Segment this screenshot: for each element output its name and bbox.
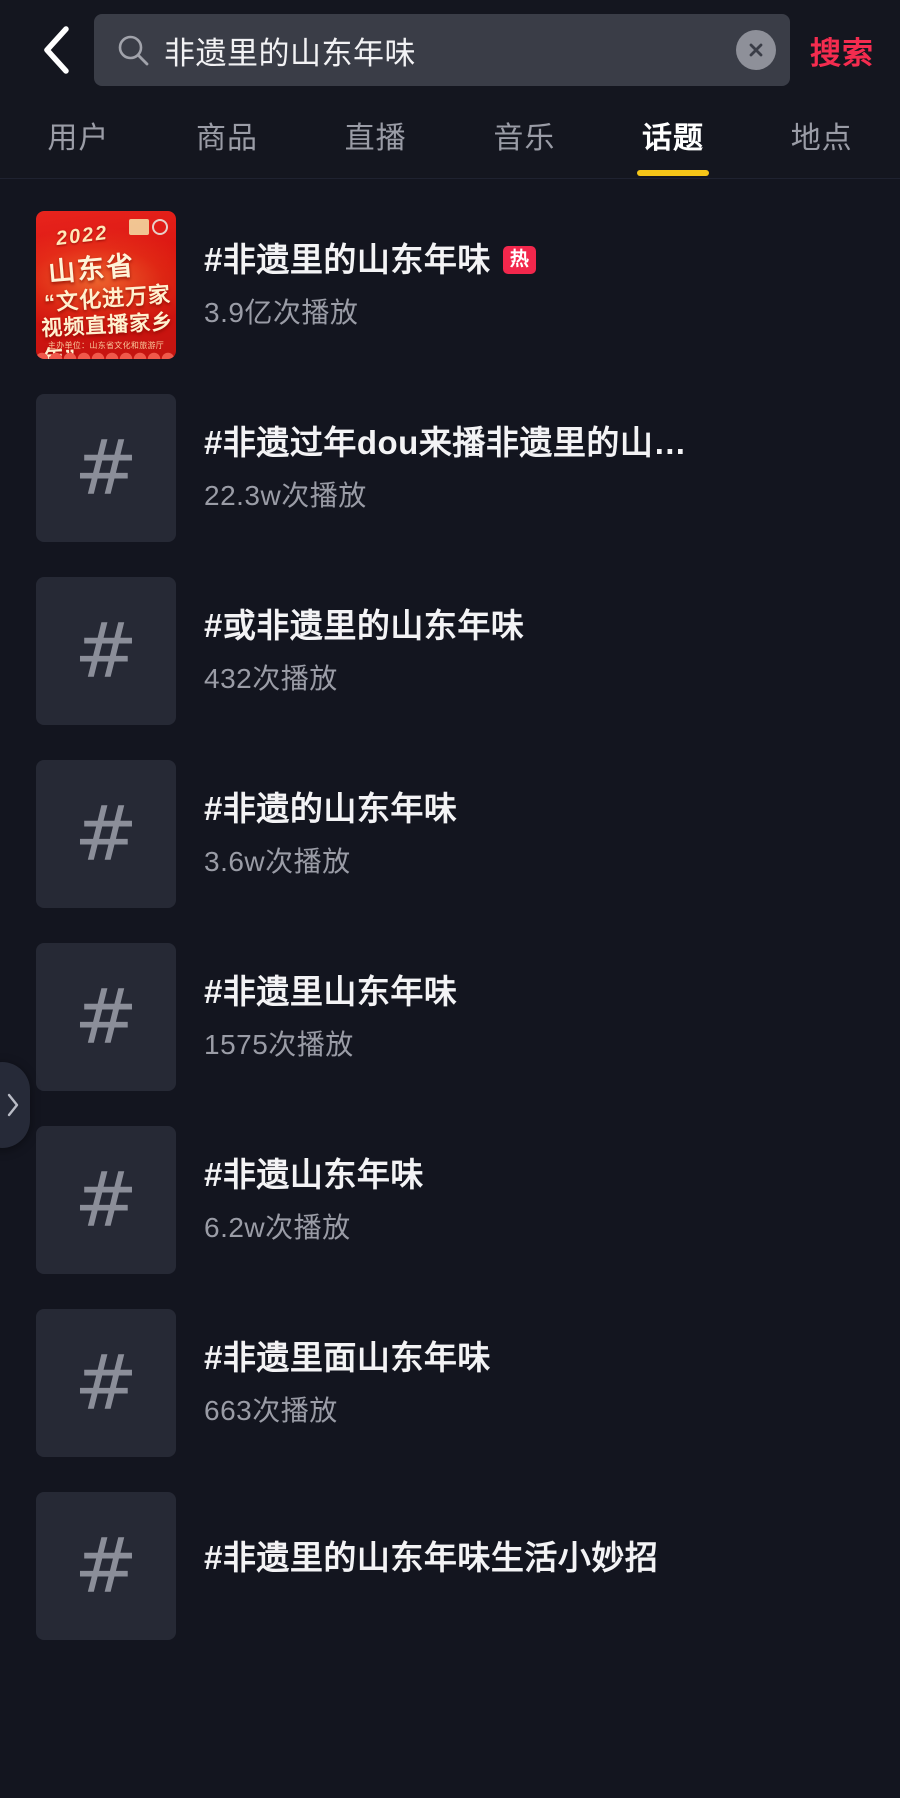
table-row[interactable]: # #非遗过年dou来播非遗里的山… 22.3w次播放 bbox=[0, 376, 900, 559]
topic-title: #非遗过年dou来播非遗里的山… bbox=[204, 424, 687, 462]
hashtag-icon: # bbox=[74, 1154, 138, 1244]
topic-title-line: #非遗山东年味 bbox=[204, 1154, 872, 1195]
topic-thumbnail: # bbox=[36, 1491, 176, 1640]
tab-label: 用户 bbox=[47, 122, 110, 155]
topic-title-line: #非遗的山东年味 bbox=[204, 788, 872, 829]
topic-title-line: #或非遗里的山东年味 bbox=[204, 605, 872, 646]
topic-info: #非遗的山东年味 3.6w次播放 bbox=[204, 788, 872, 879]
topic-info: #非遗里山东年味 1575次播放 bbox=[204, 971, 872, 1062]
topic-title: #非遗里面山东年味 bbox=[204, 1339, 491, 1377]
tab-live[interactable]: 直播 bbox=[301, 100, 450, 178]
topic-play-count: 663次播放 bbox=[204, 1395, 338, 1427]
topic-play-count: 3.6w次播放 bbox=[204, 846, 351, 878]
topic-thumbnail: # bbox=[36, 1125, 176, 1274]
tab-active-underline bbox=[637, 170, 710, 176]
clear-search-button[interactable] bbox=[736, 30, 776, 70]
topic-title-line: #非遗里面山东年味 bbox=[204, 1337, 872, 1378]
table-row[interactable]: # #非遗里面山东年味 663次播放 bbox=[0, 1291, 900, 1474]
search-category-tabs: 用户 商品 直播 音乐 话题 地点 bbox=[0, 100, 900, 178]
hashtag-icon: # bbox=[74, 1520, 138, 1610]
topic-title-line: #非遗里山东年味 bbox=[204, 971, 872, 1012]
table-row[interactable]: # #非遗里的山东年味生活小妙招 bbox=[0, 1474, 900, 1657]
search-submit-button[interactable]: 搜索 bbox=[806, 22, 878, 79]
poster-logo-icon bbox=[129, 218, 149, 235]
topic-results-list: 2022 山东省 “文化进万家 视频直播家乡年” 主办单位：山东省文化和旅游厅 … bbox=[0, 179, 900, 1657]
topic-title: #非遗里的山东年味生活小妙招 bbox=[204, 1538, 659, 1576]
tab-users[interactable]: 用户 bbox=[4, 100, 153, 178]
poster-wave-decoration bbox=[36, 344, 176, 359]
table-row[interactable]: 2022 山东省 “文化进万家 视频直播家乡年” 主办单位：山东省文化和旅游厅 … bbox=[0, 193, 900, 376]
topic-title: #非遗的山东年味 bbox=[204, 790, 458, 828]
hashtag-icon: # bbox=[74, 971, 138, 1061]
hashtag-icon: # bbox=[74, 1337, 138, 1427]
edge-drawer-handle[interactable] bbox=[0, 1062, 30, 1148]
topic-thumbnail: # bbox=[36, 393, 176, 542]
tab-music[interactable]: 音乐 bbox=[450, 100, 599, 178]
poster-seal-icon bbox=[152, 218, 168, 235]
topic-title: #或非遗里的山东年味 bbox=[204, 607, 525, 645]
topic-info: #非遗里的山东年味生活小妙招 bbox=[204, 1537, 872, 1594]
search-icon bbox=[116, 33, 150, 67]
topic-play-count: 22.3w次播放 bbox=[204, 480, 367, 512]
table-row[interactable]: # #非遗里山东年味 1575次播放 bbox=[0, 925, 900, 1108]
hashtag-icon: # bbox=[74, 422, 138, 512]
hashtag-icon: # bbox=[74, 788, 138, 878]
topic-thumbnail: # bbox=[36, 1308, 176, 1457]
topic-title-line: #非遗里的山东年味 热 bbox=[204, 239, 872, 280]
topic-thumbnail: # bbox=[36, 942, 176, 1091]
topic-title: #非遗里山东年味 bbox=[204, 973, 458, 1011]
search-header: 非遗里的山东年味 搜索 bbox=[0, 0, 900, 100]
chevron-right-icon bbox=[5, 1092, 21, 1118]
search-input-container[interactable]: 非遗里的山东年味 bbox=[94, 14, 790, 86]
topic-info: #非遗过年dou来播非遗里的山… 22.3w次播放 bbox=[204, 422, 872, 513]
tab-topics[interactable]: 话题 bbox=[599, 100, 748, 178]
topic-title: #非遗山东年味 bbox=[204, 1156, 424, 1194]
close-icon bbox=[745, 39, 767, 61]
topic-info: #非遗里的山东年味 热 3.9亿次播放 bbox=[204, 239, 872, 330]
tab-label: 话题 bbox=[642, 122, 705, 155]
topic-play-count: 6.2w次播放 bbox=[204, 1212, 351, 1244]
tab-label: 商品 bbox=[196, 122, 258, 155]
topic-play-count: 1575次播放 bbox=[204, 1029, 354, 1061]
search-input[interactable]: 非遗里的山东年味 bbox=[164, 28, 726, 73]
topic-info: #非遗里面山东年味 663次播放 bbox=[204, 1337, 872, 1428]
table-row[interactable]: # #非遗的山东年味 3.6w次播放 bbox=[0, 742, 900, 925]
topic-thumbnail: 2022 山东省 “文化进万家 视频直播家乡年” 主办单位：山东省文化和旅游厅 bbox=[36, 210, 176, 359]
tab-label: 地点 bbox=[790, 122, 853, 155]
topic-title: #非遗里的山东年味 bbox=[204, 241, 491, 279]
status-badge: 热 bbox=[502, 245, 536, 274]
new-year-poster-image: 2022 山东省 “文化进万家 视频直播家乡年” 主办单位：山东省文化和旅游厅 bbox=[36, 210, 176, 359]
topic-thumbnail: # bbox=[36, 759, 176, 908]
topic-title-line: #非遗里的山东年味生活小妙招 bbox=[204, 1537, 872, 1578]
chevron-left-icon bbox=[38, 24, 78, 76]
topic-title-line: #非遗过年dou来播非遗里的山… bbox=[204, 422, 872, 463]
topic-play-count: 432次播放 bbox=[204, 663, 338, 695]
tab-products[interactable]: 商品 bbox=[153, 100, 302, 178]
tab-places[interactable]: 地点 bbox=[747, 100, 896, 178]
search-results-screen: 非遗里的山东年味 搜索 用户 商品 直播 音乐 话题 地点 2022 山东省 “… bbox=[0, 0, 900, 1798]
topic-play-count: 3.9亿次播放 bbox=[204, 297, 359, 329]
tab-label: 音乐 bbox=[493, 122, 556, 155]
topic-thumbnail: # bbox=[36, 576, 176, 725]
poster-logos bbox=[129, 218, 168, 235]
topic-info: #非遗山东年味 6.2w次播放 bbox=[204, 1154, 872, 1245]
back-button[interactable] bbox=[28, 20, 88, 80]
topic-info: #或非遗里的山东年味 432次播放 bbox=[204, 605, 872, 696]
tab-label: 直播 bbox=[344, 122, 407, 155]
hashtag-icon: # bbox=[74, 605, 138, 695]
table-row[interactable]: # #或非遗里的山东年味 432次播放 bbox=[0, 559, 900, 742]
table-row[interactable]: # #非遗山东年味 6.2w次播放 bbox=[0, 1108, 900, 1291]
